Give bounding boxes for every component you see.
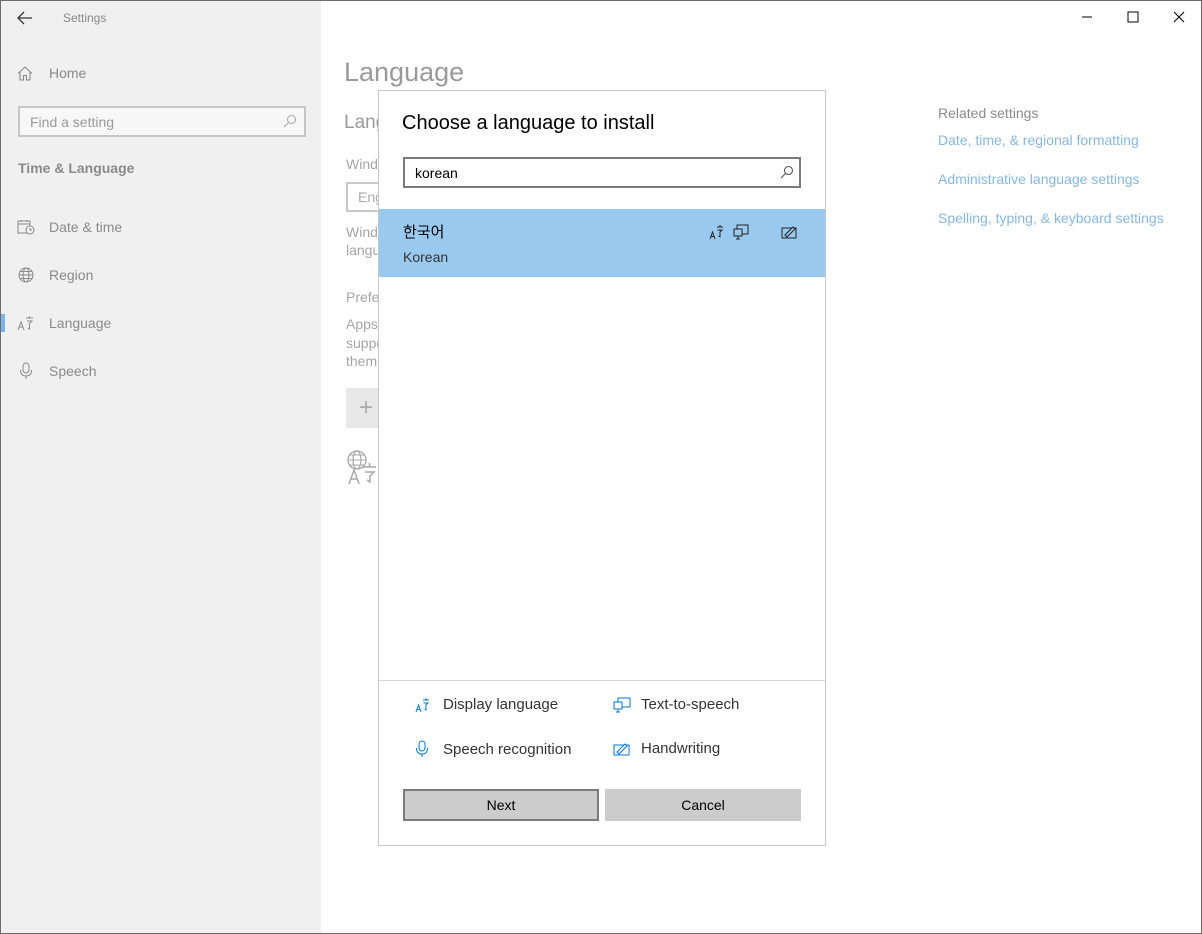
related-settings-title: Related settings [938,105,1039,121]
language-native-name: 한국어 [403,224,445,241]
dialog-divider [379,680,825,681]
link-spelling-typing-keyboard[interactable]: Spelling, typing, & keyboard settings [938,210,1164,226]
language-search-input[interactable]: korean [403,157,801,188]
ghost-preferred: Prefe [346,289,380,305]
legend-label: Display language [443,696,559,713]
dialog-title: Choose a language to install [402,112,655,134]
link-date-time-formatting[interactable]: Date, time, & regional formatting [938,132,1139,148]
sidebar-item-label: Region [49,267,94,283]
ghost-apps-line1: Apps [346,316,378,332]
sidebar-item-speech[interactable]: Speech [1,351,321,391]
sidebar-item-label: Language [49,315,112,331]
search-value: korean [415,164,458,181]
sidebar-item-region[interactable]: Region [1,255,321,295]
legend-handwriting: Handwriting [613,740,720,757]
language-icon [1,315,49,331]
home-label: Home [49,65,87,81]
sidebar-item-language[interactable]: Language [1,303,321,343]
text-to-speech-icon [613,697,641,713]
sidebar-item-label: Speech [49,363,97,379]
sidebar-item-date-time[interactable]: Date & time [1,207,321,247]
legend-label: Speech recognition [443,740,572,758]
microphone-icon [415,740,443,758]
ghost-apps-line3: them [346,353,378,369]
home-icon [17,65,37,81]
display-language-icon [415,697,443,713]
choose-language-dialog: Choose a language to install korean 한국어 … [378,90,826,846]
cancel-button[interactable]: Cancel [605,789,801,821]
search-icon [780,165,794,179]
close-icon [1173,11,1185,23]
handwriting-icon [613,741,641,757]
next-button[interactable]: Next [403,789,599,821]
legend-speech-recognition: Speech recognition [415,740,571,758]
back-button[interactable] [11,5,39,31]
microphone-icon [1,362,49,380]
sidebar-item-label: Date & time [49,219,123,235]
link-admin-language-settings[interactable]: Administrative language settings [938,171,1140,187]
ghost-windows-display: Wind [346,156,378,172]
legend-label: Text-to-speech [641,696,740,713]
minimize-button[interactable] [1064,1,1110,33]
minimize-icon [1082,16,1092,18]
app-title: Settings [63,11,107,25]
legend-display-language: Display language [415,696,558,713]
sidebar-item-home[interactable]: Home [17,65,86,81]
calendar-clock-icon [1,219,49,235]
handwriting-icon [781,224,797,240]
display-language-icon [709,224,725,240]
settings-window: Settings Home Find a setting Time & Lang… [0,0,1202,934]
plus-icon: + [358,394,373,421]
search-icon [283,114,297,128]
ghost-windows-line1: Wind [346,224,378,240]
window-controls [1064,1,1201,33]
legend-label: Handwriting [641,740,721,757]
ghost-windows-line2: langu [346,242,381,258]
section-title: Time & Language [18,160,135,176]
globe-icon [1,267,49,283]
search-placeholder: Find a setting [30,113,115,130]
language-result-korean[interactable]: 한국어 Korean [379,209,825,277]
close-button[interactable] [1156,1,1201,33]
arrow-left-icon [17,11,32,25]
page-title: Language [344,57,465,87]
language-english-name: Korean [403,249,449,265]
maximize-button[interactable] [1110,1,1156,33]
sidebar: Settings Home Find a setting Time & Lang… [1,1,321,933]
maximize-icon [1127,11,1139,23]
legend-text-to-speech: Text-to-speech [613,696,739,713]
settings-search-input[interactable]: Find a setting [18,106,306,137]
text-to-speech-icon [733,224,749,240]
